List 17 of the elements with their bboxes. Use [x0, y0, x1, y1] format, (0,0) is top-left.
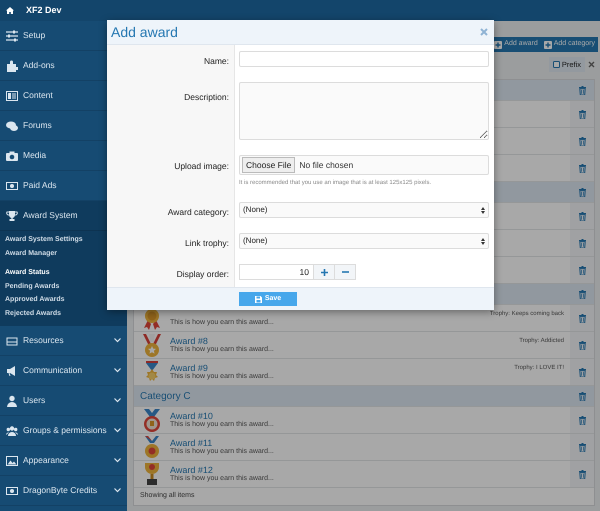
select-field[interactable]: (None) — [239, 202, 489, 218]
site-title[interactable]: XF2 Dev — [26, 4, 62, 18]
file-input[interactable]: Choose File No file chosen — [239, 155, 489, 175]
field-label: Name: — [202, 55, 230, 67]
award-title[interactable]: Award #11 — [170, 438, 570, 448]
field-label: Description: — [183, 91, 230, 104]
field-label: Award category: — [166, 206, 230, 218]
field-label: Display order: — [176, 268, 230, 280]
category-title: Category C — [139, 390, 192, 404]
award-title[interactable]: Award #8 — [170, 336, 520, 346]
number-field[interactable]: 10 — [239, 264, 314, 280]
select-field[interactable]: (None) — [239, 233, 489, 249]
award-title[interactable]: Award #10 — [170, 410, 570, 422]
award-title[interactable]: Award #9 — [170, 362, 514, 374]
award-title[interactable]: Award #12 — [170, 464, 570, 476]
field-label: Link trophy: — [184, 237, 230, 249]
field-label: Upload image: — [173, 160, 230, 173]
